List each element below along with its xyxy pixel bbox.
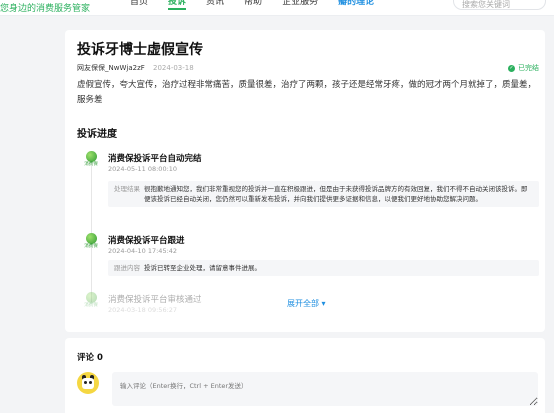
step-date: 2024-03-18 09:56:27 — [108, 306, 178, 314]
expand-all-button[interactable]: 展开全部 ▾ — [287, 298, 326, 309]
nav-item-help[interactable]: 帮助 — [244, 0, 262, 9]
nav-item-enterprise[interactable]: 企业服务 — [282, 0, 318, 9]
complaint-meta: 网友保保_NwWja2zF 2024-03-18 — [77, 63, 194, 73]
step-title: 消费保投诉平台自动完结 — [108, 154, 202, 164]
nav-menu: 首页 投诉 资讯 帮助 企业服务 瓣的理论 — [130, 0, 374, 10]
step-detail-box: 处理结果 很抱歉地通知您，我们非常重视您的投诉并一直在积极跟进，但是由于未获得投… — [108, 181, 539, 207]
complaint-description: 虚假宣传，夸大宣传，治疗过程非常痛苦，质量很差，治疗了两颗，孩子还是经常牙疼，做… — [77, 80, 537, 105]
nav-item-home[interactable]: 首页 — [130, 0, 148, 9]
nav-item-news[interactable]: 资讯 — [206, 0, 224, 9]
step-detail-text: 很抱歉地通知您，我们非常重视您的投诉并一直在积极跟进，但是由于未获得投诉品牌方的… — [144, 185, 528, 203]
step-detail-label: 跟进内容 — [114, 264, 140, 272]
step-date: 2024-05-11 08:00:10 — [108, 165, 178, 173]
progress-section-title: 投诉进度 — [77, 129, 117, 140]
status-badge: ✓ 已完结 — [508, 63, 539, 73]
step-detail-box: 跟进内容 投诉已转至企业处理，请留意事件进展。 — [108, 260, 539, 276]
nav-item-partner-logo[interactable]: 瓣的理论 — [338, 0, 374, 9]
comments-card: 评论 0 — [65, 338, 545, 413]
avatar — [77, 372, 99, 394]
step-title: 消费保投诉平台跟进 — [108, 236, 185, 246]
status-label: 已完结 — [518, 64, 539, 72]
top-nav: 您身边的消费服务管家 首页 投诉 资讯 帮助 企业服务 瓣的理论 搜索您关键词 — [0, 0, 554, 16]
step-title: 消费保投诉平台审核通过 — [108, 295, 202, 305]
brand-slogan: 您身边的消费服务管家 — [0, 4, 91, 14]
complaint-card: 投诉牙博士虚假宣传 网友保保_NwWja2zF 2024-03-18 ✓ 已完结… — [65, 30, 545, 332]
step-date: 2024-04-10 17:45:42 — [108, 247, 178, 255]
nav-item-complaint[interactable]: 投诉 — [168, 0, 187, 10]
complaint-title: 投诉牙博士虚假宣传 — [77, 42, 203, 58]
timeline-line — [91, 162, 92, 302]
consumer-protection-logo-icon: 消费保 — [79, 151, 103, 175]
comments-title: 评论 0 — [77, 353, 103, 363]
search-input[interactable]: 搜索您关键词 — [453, 0, 546, 10]
comment-input[interactable] — [112, 372, 538, 406]
complaint-user[interactable]: 网友保保_NwWja2zF — [77, 64, 145, 72]
consumer-protection-logo-icon: 消费保 — [79, 292, 103, 316]
step-detail-text: 投诉已转至企业处理，请留意事件进展。 — [144, 264, 261, 272]
check-circle-icon: ✓ — [508, 64, 515, 72]
consumer-protection-logo-icon: 消费保 — [79, 233, 103, 257]
complaint-date: 2024-03-18 — [153, 64, 194, 72]
step-detail-label: 处理结果 — [114, 185, 140, 193]
